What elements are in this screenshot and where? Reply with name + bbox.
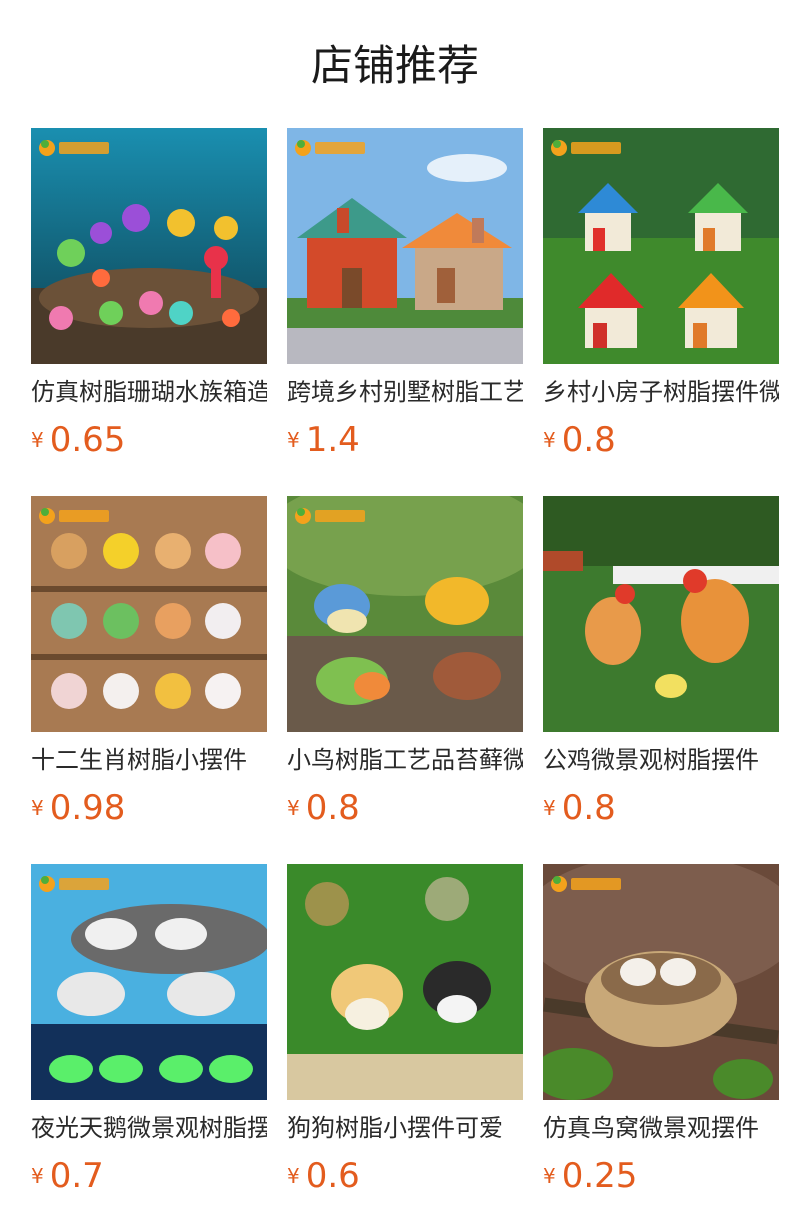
- brand-logo-icon: [551, 140, 621, 156]
- price-value: 0.7: [49, 1156, 104, 1196]
- page-title: 店铺推荐: [310, 41, 479, 90]
- price-value: 0.65: [49, 420, 126, 460]
- price-value: 0.8: [305, 788, 360, 828]
- currency-symbol: ¥: [287, 1164, 300, 1188]
- product-price: ¥0.65: [31, 418, 125, 462]
- product-name[interactable]: 仿真鸟窝微景观摆件: [543, 1110, 779, 1146]
- product-image-puppies[interactable]: [287, 864, 523, 1100]
- product-image-birds[interactable]: [287, 496, 523, 732]
- price-value: 0.8: [561, 420, 616, 460]
- price-value: 1.4: [305, 420, 360, 460]
- product-image-nest[interactable]: [543, 864, 779, 1100]
- product-card[interactable]: 十二生肖树脂小摆件 ¥0.98: [31, 496, 267, 828]
- product-card[interactable]: 乡村小房子树脂摆件微景观 ¥0.8: [543, 128, 779, 460]
- brand-logo-icon: [295, 140, 365, 156]
- product-name[interactable]: 十二生肖树脂小摆件: [31, 742, 267, 778]
- product-image-coral[interactable]: [31, 128, 267, 364]
- currency-symbol: ¥: [287, 796, 300, 820]
- product-price: ¥0.7: [31, 1154, 104, 1198]
- price-value: 0.6: [305, 1156, 360, 1196]
- product-price: ¥0.6: [287, 1154, 360, 1198]
- product-price: ¥0.98: [31, 786, 125, 830]
- product-price: ¥0.8: [543, 418, 616, 462]
- currency-symbol: ¥: [543, 796, 556, 820]
- currency-symbol: ¥: [31, 428, 44, 452]
- product-card[interactable]: 跨境乡村别墅树脂工艺品 ¥1.4: [287, 128, 523, 460]
- product-name[interactable]: 仿真树脂珊瑚水族箱造景: [31, 374, 267, 410]
- currency-symbol: ¥: [543, 428, 556, 452]
- product-name[interactable]: 公鸡微景观树脂摆件: [543, 742, 779, 778]
- product-card[interactable]: 公鸡微景观树脂摆件 ¥0.8: [543, 496, 779, 828]
- product-card[interactable]: 夜光天鹅微景观树脂摆件 ¥0.7: [31, 864, 267, 1196]
- price-value: 0.98: [49, 788, 126, 828]
- currency-symbol: ¥: [31, 1164, 44, 1188]
- product-price: ¥0.8: [287, 786, 360, 830]
- product-price: ¥0.25: [543, 1154, 637, 1198]
- brand-logo-icon: [39, 508, 109, 524]
- price-value: 0.8: [561, 788, 616, 828]
- product-card[interactable]: 仿真鸟窝微景观摆件 ¥0.25: [543, 864, 779, 1196]
- product-price: ¥0.8: [543, 786, 616, 830]
- brand-logo-icon: [39, 140, 109, 156]
- product-image-zodiac[interactable]: [31, 496, 267, 732]
- product-name[interactable]: 狗狗树脂小摆件可爱: [287, 1110, 523, 1146]
- product-name[interactable]: 乡村小房子树脂摆件微景观: [543, 374, 779, 410]
- currency-symbol: ¥: [287, 428, 300, 452]
- product-image-houses[interactable]: [543, 128, 779, 364]
- product-name[interactable]: 跨境乡村别墅树脂工艺品: [287, 374, 523, 410]
- product-name[interactable]: 夜光天鹅微景观树脂摆件: [31, 1110, 267, 1146]
- brand-logo-icon: [39, 876, 109, 892]
- product-card[interactable]: 小鸟树脂工艺品苔藓微景观 ¥0.8: [287, 496, 523, 828]
- brand-logo-icon: [551, 876, 621, 892]
- price-value: 0.25: [561, 1156, 638, 1196]
- brand-logo-icon: [295, 508, 365, 524]
- product-image-roosters[interactable]: [543, 496, 779, 732]
- product-name[interactable]: 小鸟树脂工艺品苔藓微景观: [287, 742, 523, 778]
- product-card[interactable]: 狗狗树脂小摆件可爱 ¥0.6: [287, 864, 523, 1196]
- product-card[interactable]: 仿真树脂珊瑚水族箱造景 ¥0.65: [31, 128, 267, 460]
- product-price: ¥1.4: [287, 418, 360, 462]
- product-image-cottages[interactable]: [287, 128, 523, 364]
- currency-symbol: ¥: [543, 1164, 556, 1188]
- currency-symbol: ¥: [31, 796, 44, 820]
- product-image-swans[interactable]: [31, 864, 267, 1100]
